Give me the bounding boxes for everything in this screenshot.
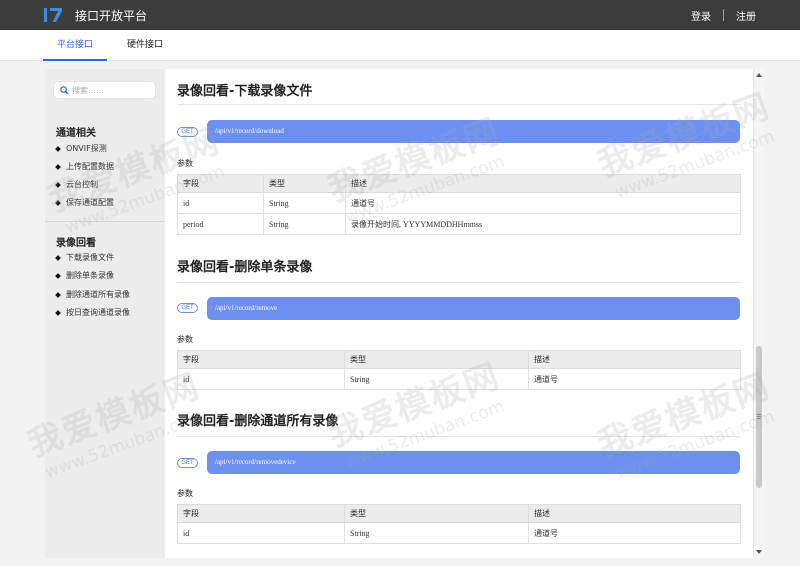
sidebar-item-label: 下载录像文件 [66, 253, 114, 262]
sidebar-item-delete-record[interactable]: 删除单条录像 [55, 270, 114, 281]
register-link[interactable]: 注册 [736, 8, 756, 23]
vertical-scrollbar[interactable] [753, 69, 764, 558]
column-header: 类型 [344, 350, 529, 369]
sidebar-item-label: 云台控制 [66, 180, 98, 189]
sidebar-item-label: 按日查询通道录像 [66, 308, 130, 317]
section-title: 录像回看-下载录像文件 [177, 84, 313, 99]
column-header: 类型 [344, 504, 529, 523]
auth-divider [723, 9, 724, 21]
sidebar-group-playback: 录像回看 [56, 238, 96, 249]
sidebar-item-save-channel-config[interactable]: 保存通道配置 [55, 197, 114, 208]
bullet-icon [55, 163, 61, 170]
table-row: id String 通道号 [177, 522, 741, 544]
search-box[interactable] [53, 81, 156, 99]
section-divider [177, 104, 741, 105]
sidebar-item-label: 保存通道配置 [66, 198, 114, 207]
endpoint-bar[interactable]: /api/v1/record/remove [207, 297, 740, 320]
sidebar-item-label: 删除单条录像 [66, 271, 114, 280]
sidebar-group-channel: 通道相关 [56, 128, 96, 139]
column-header: 字段 [177, 504, 345, 523]
sidebar-item-download-record[interactable]: 下载录像文件 [55, 252, 114, 263]
method-badge: GET [177, 127, 198, 137]
column-header: 字段 [177, 350, 345, 369]
login-link[interactable]: 登录 [691, 8, 711, 23]
top-header: 接口开放平台 登录 注册 [0, 0, 800, 30]
bullet-icon [55, 145, 61, 152]
sidebar-divider [45, 221, 165, 222]
table-header-row: 字段 类型 描述 [177, 350, 741, 369]
auth-links: 登录 注册 [691, 0, 756, 30]
api-doc-content: 录像回看-下载录像文件 GET /api/v1/record/download … [165, 69, 753, 558]
section-divider [177, 282, 741, 283]
tab-hardware-api[interactable]: 硬件接口 [127, 30, 163, 61]
scroll-up-arrow-icon[interactable] [756, 73, 762, 77]
sidebar-item-upload-config[interactable]: 上传配置数据 [55, 161, 114, 172]
logo-icon [44, 8, 62, 22]
sidebar-item-ptz-control[interactable]: 云台控制 [55, 179, 98, 190]
table-cell: String [344, 522, 529, 544]
sidebar-item-label: 上传配置数据 [66, 162, 114, 171]
endpoint-bar[interactable]: /api/v1/record/removedevice [207, 451, 740, 474]
bullet-icon [55, 291, 61, 298]
bullet-icon [55, 199, 61, 206]
params-label: 参数 [177, 159, 193, 168]
table-row: period String 录像开始时间, YYYYMMDDHHmmss [177, 213, 741, 235]
sidebar-item-label: ONVIF探测 [66, 144, 107, 153]
params-table: 字段 类型 描述 id String 通道号 [177, 504, 741, 544]
table-cell: 通道号 [528, 368, 741, 390]
search-icon [60, 85, 69, 95]
params-label: 参数 [177, 489, 193, 498]
section-divider [177, 436, 741, 437]
column-header: 描述 [345, 174, 741, 193]
table-cell: 通道号 [528, 522, 741, 544]
app-logo[interactable] [43, 7, 63, 23]
section-title: 录像回看-删除通道所有录像 [177, 414, 339, 429]
table-cell: String [344, 368, 529, 390]
table-row: id String 通道号 [177, 368, 741, 390]
params-label: 参数 [177, 335, 193, 344]
table-header-row: 字段 类型 描述 [177, 504, 741, 523]
bullet-icon [55, 181, 61, 188]
method-badge: GET [177, 458, 198, 468]
tab-platform-api[interactable]: 平台接口 [42, 30, 108, 61]
endpoint-bar[interactable]: /api/v1/record/download [207, 120, 740, 143]
sidebar-item-label: 删除通道所有录像 [66, 290, 130, 299]
main-panel: 通道相关 ONVIF探测 上传配置数据 云台控制 保存通道配置 录像回看 下载录… [45, 69, 764, 558]
bullet-icon [55, 309, 61, 316]
sidebar: 通道相关 ONVIF探测 上传配置数据 云台控制 保存通道配置 录像回看 下载录… [45, 69, 165, 558]
column-header: 字段 [177, 174, 264, 193]
sidebar-item-onvif[interactable]: ONVIF探测 [55, 143, 107, 154]
table-cell: String [263, 192, 346, 214]
column-header: 描述 [528, 504, 741, 523]
bullet-icon [55, 272, 61, 279]
table-cell: 录像开始时间, YYYYMMDDHHmmss [345, 213, 741, 235]
table-cell: id [177, 368, 345, 390]
table-cell: period [177, 213, 264, 235]
method-badge: GET [177, 303, 198, 313]
table-cell: String [263, 213, 346, 235]
app-title: 接口开放平台 [75, 8, 148, 23]
table-row: id String 通道号 [177, 192, 741, 214]
scroll-grip-icon [757, 414, 761, 415]
params-table: 字段 类型 描述 id String 通道号 period String 录像开… [177, 174, 741, 235]
scroll-down-arrow-icon[interactable] [756, 550, 762, 554]
search-input[interactable] [72, 85, 147, 95]
column-header: 类型 [263, 174, 346, 193]
main-tabs: 平台接口 硬件接口 [0, 30, 800, 61]
table-header-row: 字段 类型 描述 [177, 174, 741, 193]
scroll-thumb[interactable] [756, 346, 762, 488]
bullet-icon [55, 254, 61, 261]
sidebar-item-query-by-date[interactable]: 按日查询通道录像 [55, 307, 130, 318]
table-cell: id [177, 522, 345, 544]
column-header: 描述 [528, 350, 741, 369]
table-cell: 通道号 [345, 192, 741, 214]
params-table: 字段 类型 描述 id String 通道号 [177, 350, 741, 390]
section-title: 录像回看-删除单条录像 [177, 260, 313, 275]
sidebar-item-delete-all-records[interactable]: 删除通道所有录像 [55, 289, 130, 300]
table-cell: id [177, 192, 264, 214]
